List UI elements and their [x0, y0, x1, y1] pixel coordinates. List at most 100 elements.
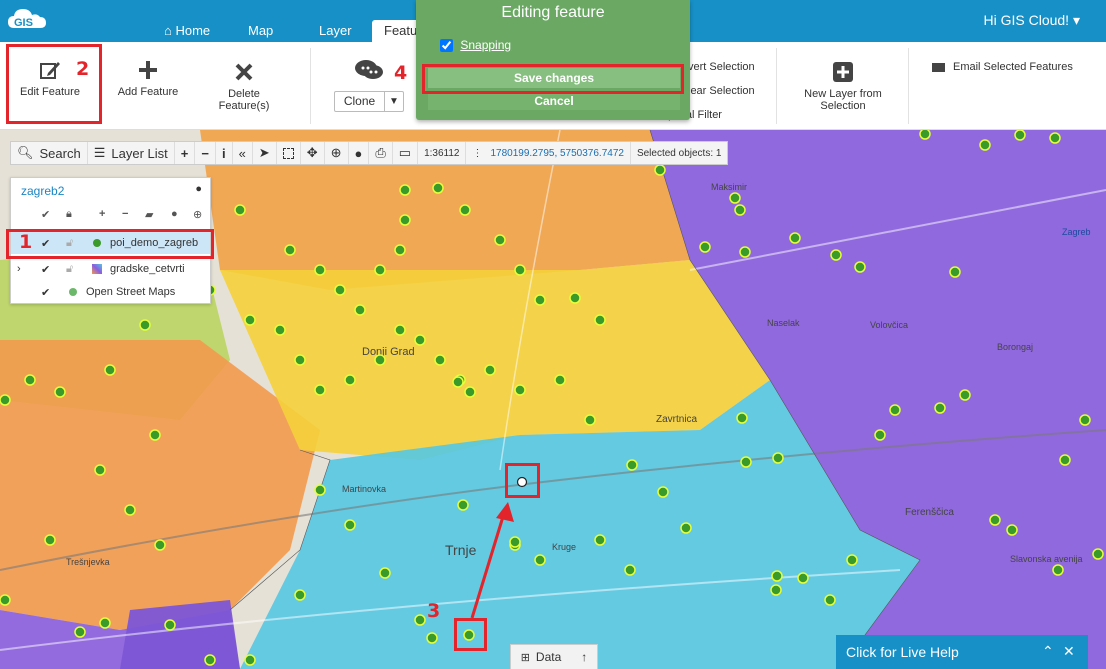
nav-tab-map[interactable]: Map: [236, 20, 285, 42]
layer-row-open-street-maps[interactable]: ✔ Open Street Maps: [11, 281, 210, 303]
invert-selection-button[interactable]: vert Selection: [688, 61, 755, 73]
move-icon: ✥: [306, 145, 318, 160]
nav-tab-home[interactable]: ⌂ Home: [152, 20, 222, 42]
scale-display[interactable]: 1:36112: [418, 142, 467, 164]
dialog-title: Editing feature: [501, 4, 605, 21]
add-feature-button[interactable]: Add Feature: [112, 58, 184, 98]
user-menu[interactable]: Hi GIS Cloud! ▾: [983, 12, 1080, 29]
email-selected-button[interactable]: Email Selected Features: [932, 61, 1073, 73]
divider: [310, 48, 311, 124]
more-icon: ⋮: [472, 147, 483, 159]
layer-row-gradske-cetvrti[interactable]: › ✔ 🔓︎ gradske_cetvrti: [11, 258, 210, 280]
nav-tab-layer[interactable]: Layer: [307, 20, 364, 42]
ruler-icon: ▭: [398, 145, 412, 160]
lock-icon: 🔒︎: [66, 208, 72, 220]
map-label: Borongaj: [997, 342, 1033, 352]
search-button[interactable]: 🔍︎ Search: [11, 142, 88, 164]
tile-layer-icon: [69, 288, 77, 296]
unlock-icon[interactable]: 🔓︎: [66, 263, 73, 276]
cancel-button[interactable]: Cancel: [428, 92, 680, 110]
pan-button[interactable]: ✥: [301, 142, 325, 164]
cursor-icon: ➤: [258, 145, 270, 160]
clear-selection-button[interactable]: lear Selection: [688, 85, 755, 97]
map-toolbar: 🔍︎ Search ☰ Layer List + − i « ➤ ✥ ⊕ ● ⎙ ▭…: [10, 141, 729, 165]
selected-objects-count: Selected objects: 1: [636, 147, 722, 159]
project-title[interactable]: zagreb2: [21, 184, 64, 198]
annotation-box-new-point: [505, 463, 540, 498]
annotation-box-save-changes: [422, 64, 684, 94]
map-label: Naselak: [767, 318, 800, 328]
chevron-up-icon[interactable]: ⌃: [1042, 643, 1054, 660]
check-icon[interactable]: ✔: [41, 263, 50, 276]
map-label: Zagreb: [1062, 227, 1091, 237]
annotation-box-layer: [6, 229, 214, 259]
divider: [776, 48, 777, 124]
coordinates-display: ⋮ 1780199.2795, 5750376.7472: [466, 142, 631, 164]
envelope-icon: [932, 62, 945, 72]
snapping-checkbox[interactable]: Snapping: [440, 38, 511, 53]
box-select-button[interactable]: [277, 142, 301, 164]
check-icon[interactable]: ✔: [41, 286, 50, 299]
layer-list-button[interactable]: ☰ Layer List: [88, 142, 175, 164]
select-tool-button[interactable]: ➤: [253, 142, 277, 164]
live-help-widget[interactable]: Click for Live Help ⌃ ✕: [836, 635, 1088, 669]
close-icon: [235, 63, 253, 81]
caret-down-icon: ▼: [389, 96, 399, 107]
search-icon: 🔍︎: [17, 145, 34, 160]
map-label: Maksimir: [711, 182, 747, 192]
close-icon[interactable]: ✕: [1063, 643, 1075, 660]
zoom-out-button[interactable]: −: [195, 142, 216, 164]
minus-icon[interactable]: −: [122, 208, 128, 220]
snapping-check-input[interactable]: [440, 39, 453, 53]
plus-square-icon: [833, 62, 853, 82]
annotation-number-1: 1: [19, 231, 33, 253]
map-label: Volovčica: [870, 320, 908, 330]
info-icon: i: [221, 145, 226, 161]
globe-icon: ●: [354, 145, 363, 161]
zoom-icon[interactable]: ⊕: [193, 208, 202, 221]
chevron-right-icon[interactable]: ›: [17, 263, 21, 275]
user-icon[interactable]: ●: [171, 208, 178, 220]
comments-icon: [355, 60, 383, 79]
annotation-number-3: 3: [427, 600, 441, 622]
check-icon: ✔: [41, 209, 51, 221]
annotation-number-4: 4: [394, 62, 408, 84]
data-panel-tab[interactable]: ⊞ Data ↑: [510, 644, 598, 669]
print-button[interactable]: ⎙: [369, 142, 393, 164]
annotation-box-edit-feature: [6, 44, 102, 124]
zoom-box-button[interactable]: ⊕: [325, 142, 349, 164]
map-label: Zavrtnica: [656, 414, 698, 425]
print-icon: ⎙: [375, 145, 386, 160]
list-icon: ☰: [93, 145, 106, 160]
divider: [908, 48, 909, 124]
double-chevron-left-icon: «: [238, 145, 246, 161]
minus-icon: −: [201, 145, 209, 161]
grid-icon: ⊞: [520, 651, 530, 664]
clone-dropdown[interactable]: Clone ▼: [334, 91, 404, 112]
editing-feature-dialog: Editing feature Snapping Save changes Ca…: [416, 0, 690, 120]
plus-icon[interactable]: +: [99, 208, 105, 220]
collapse-button[interactable]: «: [233, 142, 253, 164]
home-icon: ⌂: [164, 23, 176, 38]
gis-cloud-logo[interactable]: GIS: [6, 4, 52, 34]
delete-feature-button[interactable]: Delete Feature(s): [208, 60, 280, 112]
full-extent-button[interactable]: ●: [349, 142, 370, 164]
svg-text:GIS: GIS: [14, 17, 33, 29]
info-button[interactable]: i: [216, 142, 233, 164]
new-layer-from-selection-button[interactable]: New Layer from Selection: [794, 60, 892, 112]
layer-tools: ✔ 🔒︎ + − ▰ ● ⊕: [11, 208, 210, 226]
map-label: Kruge: [552, 542, 576, 552]
folder-icon[interactable]: ▰: [145, 208, 153, 221]
globe-icon[interactable]: ●: [195, 183, 202, 195]
nav-tab-feature[interactable]: Featu: [372, 20, 422, 42]
plus-icon: [139, 61, 157, 79]
caret-down-icon: ▾: [1072, 12, 1080, 28]
polygon-layer-icon: [92, 264, 102, 274]
map-label: Donji Grad: [362, 346, 415, 358]
arrow-up-icon: ↑: [581, 650, 588, 664]
dashed-square-icon: [282, 147, 294, 159]
measure-button[interactable]: ▭: [393, 142, 419, 164]
zoom-in-button[interactable]: +: [175, 142, 196, 164]
map-label: Ferenščica: [905, 507, 954, 518]
plus-icon: +: [180, 145, 189, 161]
